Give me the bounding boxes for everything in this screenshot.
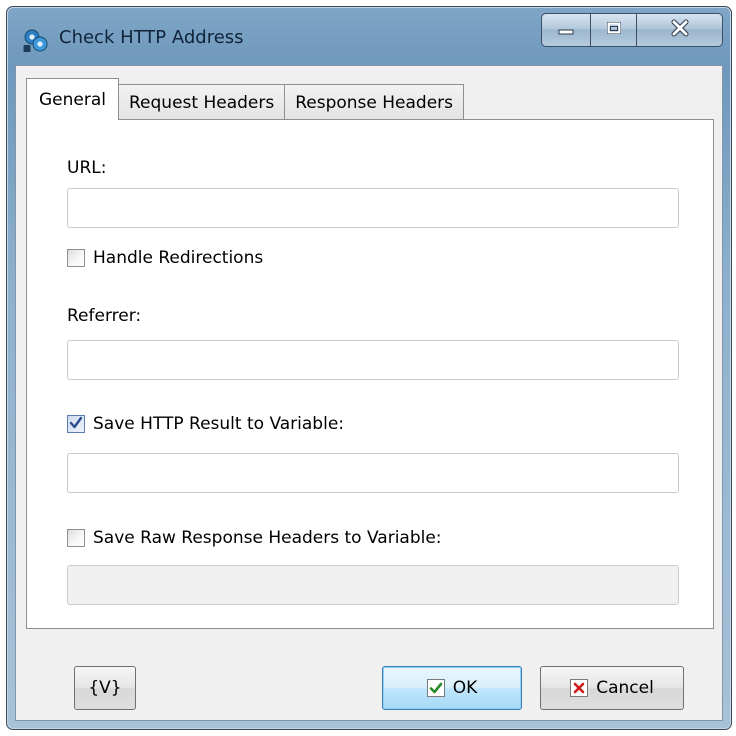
handle-redirections-row[interactable]: Handle Redirections xyxy=(67,248,263,268)
handle-redirections-label: Handle Redirections xyxy=(93,248,264,268)
tab-general[interactable]: General xyxy=(26,78,119,120)
referrer-input[interactable] xyxy=(67,340,679,380)
gears-icon xyxy=(23,27,48,52)
tab-strip: General Request Headers Response Headers xyxy=(26,78,465,120)
ok-button[interactable]: OK xyxy=(382,666,522,710)
minimize-button[interactable] xyxy=(541,13,591,47)
window-title: Check HTTP Address xyxy=(59,27,244,48)
save-headers-input xyxy=(67,565,679,605)
screen: Check HTTP Address General Request Heade… xyxy=(0,0,736,736)
close-button[interactable] xyxy=(637,13,723,47)
maximize-icon xyxy=(605,20,623,40)
close-icon xyxy=(670,19,690,41)
general-tab-panel: URL: Handle Redirections Referrer: Save … xyxy=(26,119,714,629)
variables-button[interactable]: {V} xyxy=(74,666,136,710)
save-result-label: Save HTTP Result to Variable: xyxy=(93,414,344,434)
cancel-button[interactable]: Cancel xyxy=(540,666,684,710)
dialog-window: Check HTTP Address General Request Heade… xyxy=(6,6,732,730)
ok-button-label: OK xyxy=(452,678,478,698)
checkmark-icon xyxy=(69,415,83,434)
variables-button-label: {V} xyxy=(88,678,122,698)
tab-response-headers[interactable]: Response Headers xyxy=(284,84,465,120)
referrer-label: Referrer: xyxy=(67,306,142,326)
cancel-button-label: Cancel xyxy=(596,678,654,698)
check-icon xyxy=(426,679,445,697)
tab-request-headers[interactable]: Request Headers xyxy=(118,84,286,120)
minimize-icon xyxy=(557,21,575,40)
save-headers-label: Save Raw Response Headers to Variable: xyxy=(93,528,442,548)
save-result-checkbox[interactable] xyxy=(67,415,85,433)
save-result-row[interactable]: Save HTTP Result to Variable: xyxy=(67,414,344,434)
save-headers-checkbox[interactable] xyxy=(67,529,85,547)
url-label: URL: xyxy=(67,158,107,178)
url-input[interactable] xyxy=(67,188,679,228)
x-icon xyxy=(570,679,589,697)
save-headers-row[interactable]: Save Raw Response Headers to Variable: xyxy=(67,528,442,548)
save-result-input[interactable] xyxy=(67,453,679,493)
maximize-button[interactable] xyxy=(591,13,637,47)
handle-redirections-checkbox[interactable] xyxy=(67,249,85,267)
caption-buttons xyxy=(541,13,723,49)
dialog-client-area: General Request Headers Response Headers… xyxy=(15,65,723,721)
title-bar[interactable]: Check HTTP Address xyxy=(7,7,731,65)
